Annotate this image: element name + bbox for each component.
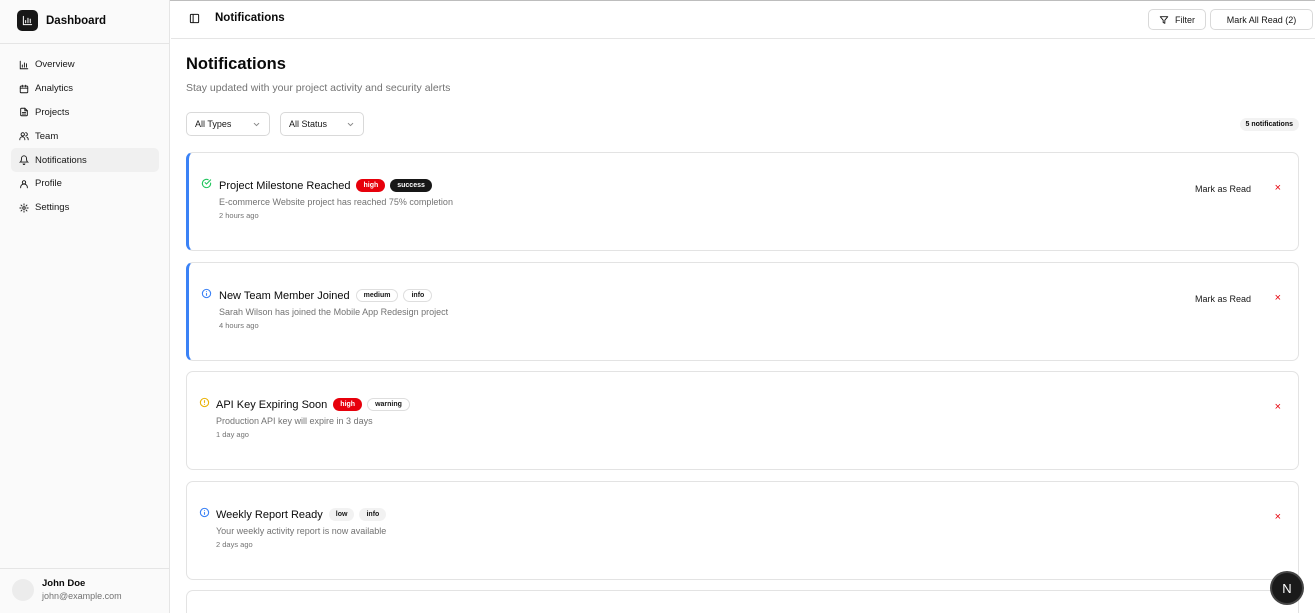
sidebar-item-notifications[interactable]: Notifications bbox=[11, 148, 159, 172]
notification-card bbox=[186, 590, 1299, 613]
notification-message: Sarah Wilson has joined the Mobile App R… bbox=[219, 307, 449, 317]
sidebar-item-profile[interactable]: Profile bbox=[11, 172, 159, 196]
info-icon bbox=[201, 288, 212, 299]
user-menu[interactable]: John Doe john@example.com bbox=[12, 578, 122, 601]
notification-card: Weekly Report Ready low info Your weekly… bbox=[186, 481, 1299, 580]
sidebar-item-projects[interactable]: Projects bbox=[11, 101, 159, 125]
priority-badge: medium bbox=[355, 289, 399, 302]
notification-count-badge: 5 notifications bbox=[1239, 118, 1299, 131]
status-select[interactable]: All Status bbox=[280, 112, 364, 136]
brand-name: Dashboard bbox=[46, 14, 107, 27]
notification-time: 2 hours ago bbox=[219, 211, 259, 220]
topbar-title: Notifications bbox=[215, 12, 285, 24]
notification-time: 2 days ago bbox=[216, 540, 253, 549]
calendar-icon bbox=[18, 83, 29, 94]
user-email: john@example.com bbox=[42, 591, 122, 601]
bar-chart-logo-icon bbox=[17, 10, 38, 31]
sidebar-item-analytics[interactable]: Analytics bbox=[11, 77, 159, 101]
dismiss-icon[interactable]: × bbox=[1275, 401, 1281, 413]
mark-as-read-button[interactable]: Mark as Read bbox=[1195, 184, 1251, 194]
priority-badge: high bbox=[356, 179, 386, 192]
sidebar-item-label: Team bbox=[35, 130, 59, 142]
file-icon bbox=[18, 107, 29, 118]
sidebar-item-settings[interactable]: Settings bbox=[11, 196, 159, 220]
type-badge: success bbox=[390, 179, 432, 192]
notification-title: Weekly Report Ready bbox=[216, 508, 323, 521]
notification-time: 4 hours ago bbox=[219, 321, 259, 330]
sidebar-item-label: Overview bbox=[35, 59, 75, 71]
priority-badge: high bbox=[333, 398, 363, 411]
chevron-down-icon bbox=[347, 122, 354, 126]
sidebar-item-label: Analytics bbox=[35, 83, 74, 95]
notification-card: API Key Expiring Soon high warning Produ… bbox=[186, 371, 1299, 470]
user-icon bbox=[18, 178, 29, 189]
brand[interactable]: Dashboard bbox=[17, 10, 106, 31]
status-select-value: All Status bbox=[289, 119, 328, 129]
notification-card: New Team Member Joined medium info Sarah… bbox=[186, 262, 1299, 361]
notification-title: New Team Member Joined bbox=[219, 289, 350, 302]
filter-icon bbox=[1159, 15, 1169, 24]
dismiss-icon[interactable]: × bbox=[1275, 292, 1281, 304]
mark-all-read-button[interactable]: Mark All Read (2) bbox=[1210, 9, 1313, 30]
sidebar-item-label: Settings bbox=[35, 202, 70, 214]
type-select[interactable]: All Types bbox=[186, 112, 270, 136]
topbar: Notifications Filter Mark All Read (2) bbox=[171, 0, 1315, 39]
notification-time: 1 day ago bbox=[216, 430, 249, 439]
sidebar-footer-divider bbox=[0, 568, 170, 569]
type-select-value: All Types bbox=[195, 119, 232, 129]
chevron-down-icon bbox=[253, 122, 260, 126]
sidebar-item-label: Notifications bbox=[35, 154, 87, 166]
notification-title: API Key Expiring Soon bbox=[216, 398, 328, 411]
sidebar-item-team[interactable]: Team bbox=[11, 124, 159, 148]
info-icon bbox=[199, 507, 210, 518]
dismiss-icon[interactable]: × bbox=[1275, 511, 1281, 523]
priority-badge: low bbox=[328, 508, 355, 521]
notification-card: Project Milestone Reached high success E… bbox=[186, 152, 1299, 251]
sidebar-item-label: Projects bbox=[35, 106, 70, 118]
user-name: John Doe bbox=[42, 578, 86, 589]
sidebar-item-label: Profile bbox=[35, 178, 62, 190]
sidebar-toggle-icon[interactable] bbox=[189, 13, 200, 24]
dismiss-icon[interactable]: × bbox=[1275, 182, 1281, 194]
filter-label: Filter bbox=[1175, 14, 1195, 25]
type-badge: info bbox=[359, 508, 387, 521]
bar-chart-icon bbox=[18, 59, 29, 70]
page-subtitle: Stay updated with your project activity … bbox=[186, 82, 451, 94]
type-badge: warning bbox=[367, 398, 410, 411]
page-title: Notifications bbox=[186, 55, 286, 73]
dev-tools-button[interactable]: N bbox=[1272, 573, 1302, 603]
check-circle-icon bbox=[201, 178, 212, 189]
notification-message: E-commerce Website project has reached 7… bbox=[219, 197, 453, 207]
bell-icon bbox=[18, 155, 29, 166]
gear-icon bbox=[18, 202, 29, 213]
users-icon bbox=[18, 131, 29, 142]
notification-message: Your weekly activity report is now avail… bbox=[216, 526, 387, 536]
type-badge: info bbox=[403, 289, 433, 302]
mark-as-read-button[interactable]: Mark as Read bbox=[1195, 294, 1251, 304]
filter-button[interactable]: Filter bbox=[1148, 9, 1206, 30]
alert-circle-icon bbox=[199, 397, 210, 408]
notification-title: Project Milestone Reached bbox=[219, 179, 351, 192]
sidebar-divider bbox=[0, 43, 170, 44]
avatar bbox=[12, 578, 34, 601]
notification-message: Production API key will expire in 3 days bbox=[216, 416, 373, 426]
sidebar-nav: Overview Analytics Projects Team Notific… bbox=[11, 53, 159, 220]
sidebar: Dashboard Overview Analytics Projects Te… bbox=[0, 0, 170, 613]
sidebar-item-overview[interactable]: Overview bbox=[11, 53, 159, 77]
